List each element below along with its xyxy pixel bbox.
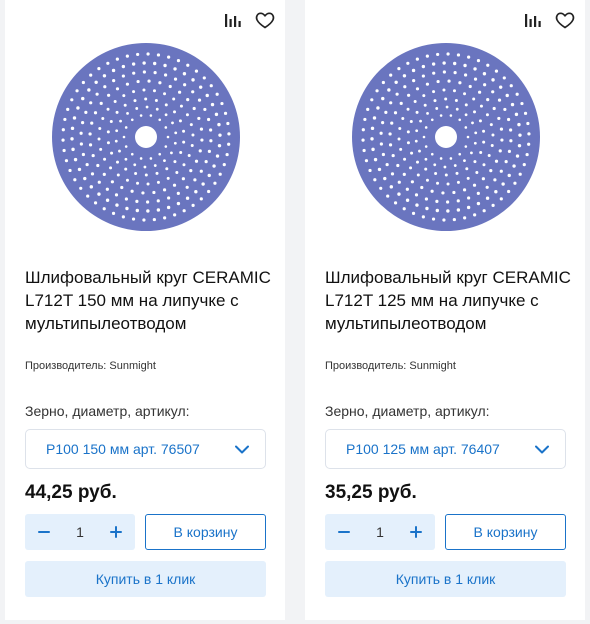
- manufacturer-label: Производитель: Sunmight: [25, 360, 156, 372]
- favorite-heart-icon[interactable]: [555, 10, 575, 30]
- option-label: Зерно, диаметр, артикул:: [25, 403, 190, 419]
- plus-icon[interactable]: [405, 521, 427, 543]
- option-select-value: P100 150 мм арт. 76507: [46, 441, 200, 457]
- product-title[interactable]: Шлифовальный круг CERAMIC L712T 150 мм н…: [25, 266, 275, 335]
- minus-icon[interactable]: [333, 521, 355, 543]
- add-to-cart-button[interactable]: В корзину: [445, 514, 566, 550]
- center-hole: [435, 126, 457, 148]
- card-actions: [523, 10, 575, 30]
- buy-one-click-button[interactable]: Купить в 1 клик: [325, 561, 566, 597]
- product-image[interactable]: [351, 42, 541, 232]
- product-price: 44,25 руб.: [25, 482, 117, 503]
- quantity-stepper: 1: [325, 514, 435, 550]
- option-select[interactable]: P100 150 мм арт. 76507: [25, 429, 266, 469]
- product-price: 35,25 руб.: [325, 482, 417, 503]
- quantity-value[interactable]: 1: [76, 524, 84, 540]
- option-label: Зерно, диаметр, артикул:: [325, 403, 490, 419]
- quantity-value[interactable]: 1: [376, 524, 384, 540]
- card-actions: [223, 10, 275, 30]
- chevron-down-icon: [535, 445, 549, 454]
- manufacturer-label: Производитель: Sunmight: [325, 360, 456, 372]
- product-image[interactable]: [51, 42, 241, 232]
- plus-icon[interactable]: [105, 521, 127, 543]
- product-title[interactable]: Шлифовальный круг CERAMIC L712T 125 мм н…: [325, 266, 575, 335]
- quantity-stepper: 1: [25, 514, 135, 550]
- add-to-cart-button[interactable]: В корзину: [145, 514, 266, 550]
- option-select-value: P100 125 мм арт. 76407: [346, 441, 500, 457]
- product-card: Шлифовальный круг CERAMIC L712T 150 мм н…: [5, 0, 285, 620]
- chevron-down-icon: [235, 445, 249, 454]
- center-hole: [135, 126, 157, 148]
- option-select[interactable]: P100 125 мм арт. 76407: [325, 429, 566, 469]
- product-card: Шлифовальный круг CERAMIC L712T 125 мм н…: [305, 0, 585, 620]
- favorite-heart-icon[interactable]: [255, 10, 275, 30]
- compare-icon[interactable]: [223, 10, 243, 30]
- buy-one-click-button[interactable]: Купить в 1 клик: [25, 561, 266, 597]
- compare-icon[interactable]: [523, 10, 543, 30]
- minus-icon[interactable]: [33, 521, 55, 543]
